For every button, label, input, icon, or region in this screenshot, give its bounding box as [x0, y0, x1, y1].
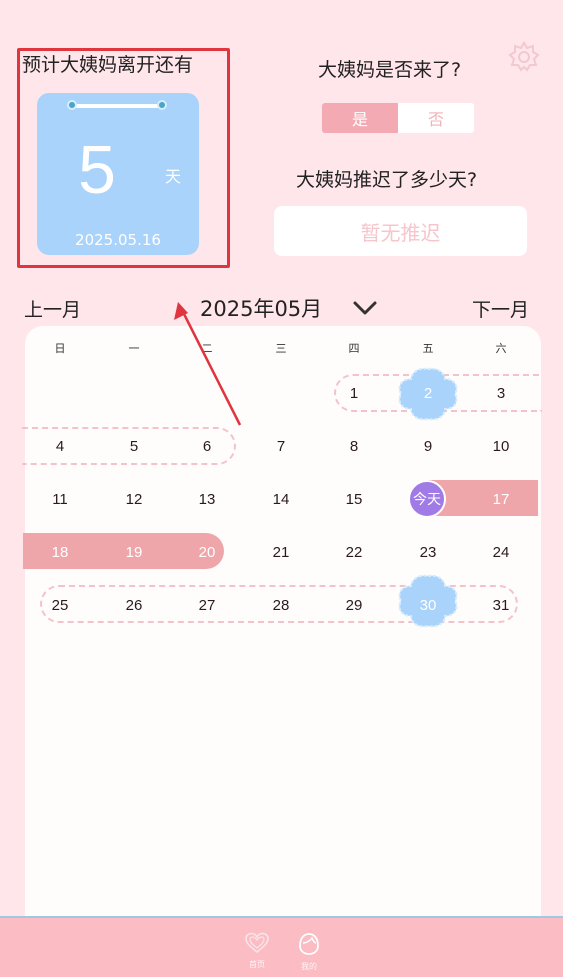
day-cell[interactable]: 26	[104, 597, 164, 614]
day-cell[interactable]: 17	[471, 491, 531, 508]
day-cell[interactable]: 23	[398, 544, 458, 561]
gear-icon[interactable]	[507, 40, 541, 74]
day-cell[interactable]: 22	[324, 544, 384, 561]
tab-home-label: 首页	[249, 960, 265, 969]
no-delay-button[interactable]: 暂无推迟	[274, 206, 527, 256]
weekday-fri: 五	[422, 342, 434, 355]
day-cell[interactable]: 3	[471, 385, 531, 402]
weekday-sun: 日	[54, 342, 66, 355]
next-month-button[interactable]: 下一月	[472, 295, 529, 322]
tab-profile[interactable]: 我的	[289, 932, 329, 972]
heart-icon	[245, 932, 269, 954]
today-marker[interactable]: 今天	[408, 480, 446, 518]
bottom-tab-bar	[0, 918, 563, 977]
day-cell[interactable]: 15	[324, 491, 384, 508]
day-cell[interactable]: 30	[398, 597, 458, 614]
period-came-toggle[interactable]: 是 否	[322, 103, 474, 133]
day-cell[interactable]: 25	[30, 597, 90, 614]
calendar-panel	[25, 326, 541, 946]
weekday-sat: 六	[495, 342, 507, 355]
day-cell[interactable]: 19	[104, 544, 164, 561]
day-cell[interactable]: 28	[251, 597, 311, 614]
day-cell[interactable]: 14	[251, 491, 311, 508]
day-cell[interactable]: 8	[324, 438, 384, 455]
day-cell[interactable]: 1	[324, 385, 384, 402]
tab-profile-label: 我的	[301, 962, 317, 971]
period-came-question: 大姨妈是否来了?	[318, 59, 462, 81]
day-cell[interactable]: 24	[471, 544, 531, 561]
weekday-thu: 四	[348, 342, 360, 355]
highlight-annotation-box	[17, 48, 230, 268]
day-cell[interactable]: 21	[251, 544, 311, 561]
day-cell[interactable]: 10	[471, 438, 531, 455]
day-cell[interactable]: 27	[177, 597, 237, 614]
profile-icon	[299, 933, 319, 955]
day-cell[interactable]: 13	[177, 491, 237, 508]
day-cell[interactable]: 20	[177, 544, 237, 561]
day-cell[interactable]: 12	[104, 491, 164, 508]
day-cell[interactable]: 2	[398, 385, 458, 402]
day-cell[interactable]: 31	[471, 597, 531, 614]
chevron-down-icon[interactable]	[352, 299, 378, 317]
day-cell[interactable]: 7	[251, 438, 311, 455]
day-cell[interactable]: 18	[30, 544, 90, 561]
weekday-wed: 三	[275, 342, 287, 355]
delay-question: 大姨妈推迟了多少天?	[296, 169, 478, 191]
day-cell[interactable]: 6	[177, 438, 237, 455]
toggle-no-option[interactable]: 否	[398, 103, 474, 133]
day-cell[interactable]: 4	[30, 438, 90, 455]
tab-home[interactable]: 首页	[237, 932, 277, 970]
day-cell[interactable]: 11	[30, 491, 90, 508]
weekday-mon: 一	[128, 342, 140, 355]
day-cell[interactable]: 9	[398, 438, 458, 455]
annotation-arrow-icon	[174, 302, 242, 426]
toggle-yes-option[interactable]: 是	[322, 103, 398, 133]
day-cell[interactable]: 5	[104, 438, 164, 455]
day-cell[interactable]: 29	[324, 597, 384, 614]
prev-month-button[interactable]: 上一月	[24, 295, 81, 322]
